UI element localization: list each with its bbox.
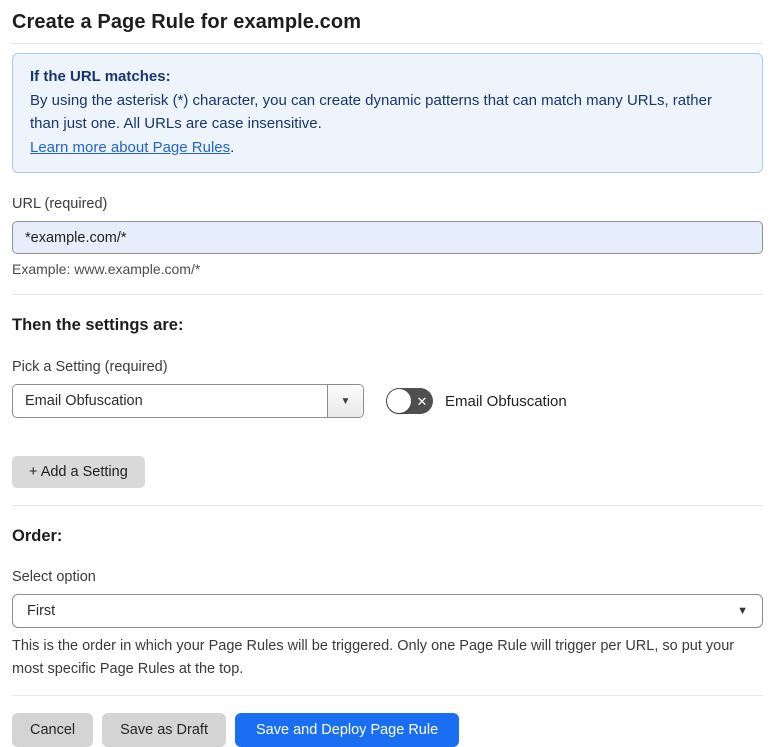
- order-select[interactable]: First ▼: [12, 594, 763, 628]
- callout-link-row: Learn more about Page Rules.: [30, 136, 745, 160]
- chevron-down-icon: ▼: [737, 605, 748, 617]
- setting-select-value: Email Obfuscation: [25, 393, 143, 409]
- save-and-deploy-button[interactable]: Save and Deploy Page Rule: [234, 713, 460, 747]
- setting-row: Email Obfuscation ▼ ✕ Email Obfuscation: [12, 384, 763, 418]
- callout-heading: If the URL matches:: [30, 68, 171, 85]
- url-input[interactable]: [12, 221, 763, 254]
- add-setting-button[interactable]: + Add a Setting: [12, 456, 145, 488]
- order-description: This is the order in which your Page Rul…: [12, 638, 735, 677]
- callout-body: By using the asterisk (*) character, you…: [30, 91, 712, 133]
- learn-more-link[interactable]: Learn more about Page Rules: [30, 139, 230, 156]
- footer-divider: [12, 695, 763, 696]
- url-section-divider: [12, 294, 763, 295]
- setting-select[interactable]: Email Obfuscation ▼: [12, 384, 364, 418]
- page-title: Create a Page Rule for example.com: [12, 11, 362, 33]
- email-obfuscation-toggle[interactable]: ✕: [386, 388, 433, 414]
- settings-heading: Then the settings are:: [12, 316, 184, 334]
- url-matches-callout: If the URL matches: By using the asteris…: [12, 53, 763, 173]
- page-rule-form: Create a Page Rule for example.com If th…: [0, 0, 775, 747]
- toggle-label: Email Obfuscation: [445, 392, 567, 410]
- callout-link-suffix: .: [230, 138, 235, 156]
- url-label: URL (required): [12, 196, 108, 212]
- cancel-button[interactable]: Cancel: [12, 713, 94, 747]
- setting-select-arrow-button[interactable]: ▼: [327, 385, 363, 417]
- toggle-knob: [387, 389, 411, 413]
- settings-section-divider: [12, 505, 763, 506]
- order-select-label: Select option: [12, 569, 96, 585]
- toggle-x-icon: ✕: [416, 393, 428, 409]
- order-heading: Order:: [12, 527, 63, 545]
- pick-setting-label: Pick a Setting (required): [12, 359, 168, 375]
- save-as-draft-button[interactable]: Save as Draft: [102, 713, 226, 747]
- title-divider: [12, 43, 763, 44]
- footer-actions: Cancel Save as Draft Save and Deploy Pag…: [12, 713, 763, 747]
- url-helper-text: Example: www.example.com/*: [12, 261, 201, 277]
- order-select-value: First: [27, 603, 56, 619]
- chevron-down-icon: ▼: [340, 395, 351, 407]
